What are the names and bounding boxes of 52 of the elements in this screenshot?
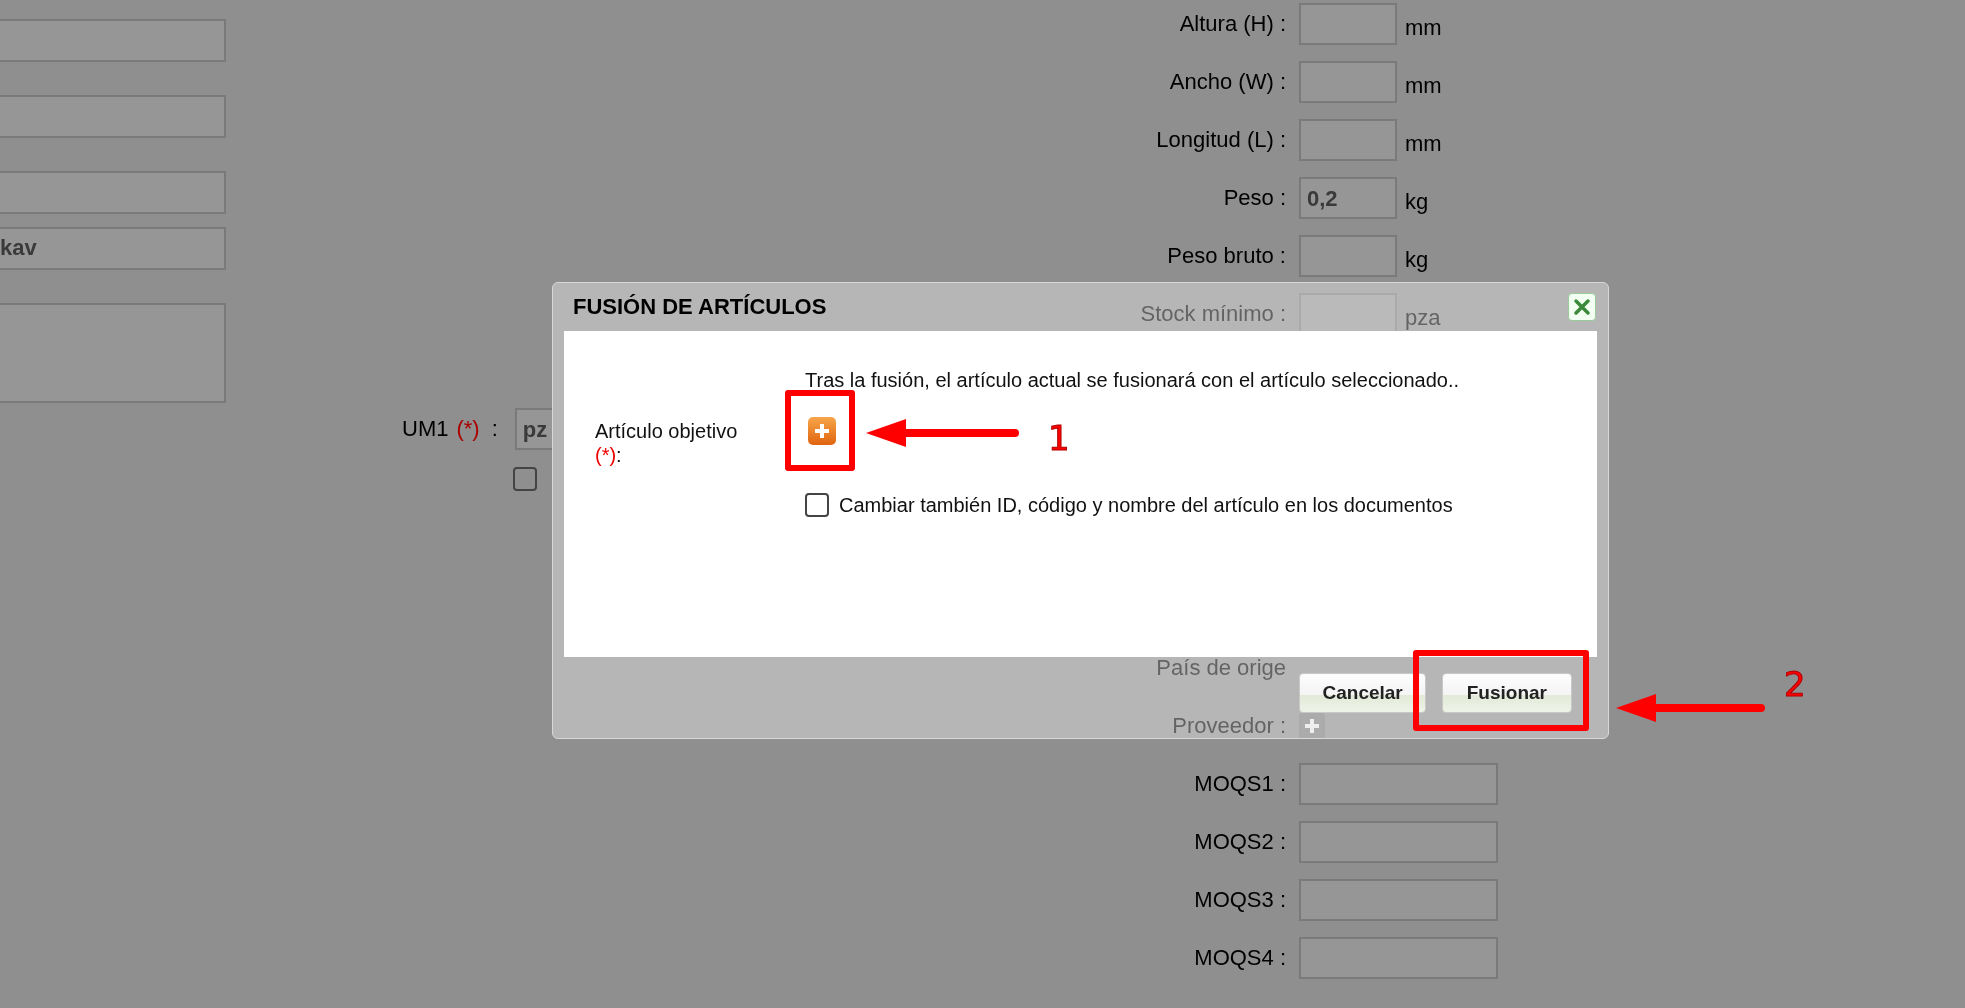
checkbox[interactable] — [805, 493, 829, 517]
field-label: Peso : — [1222, 185, 1286, 211]
field-label: País de orige — [1155, 655, 1286, 681]
checkbox-label: Cambiar también ID, código y nombre del artículo en los documentos — [839, 493, 1453, 517]
unit-label: mm — [1405, 131, 1442, 157]
field-label: Artículo objetivo (*): — [595, 419, 739, 468]
dialog-title: FUSIÓN DE ARTÍCULOS — [573, 294, 827, 320]
cancel-button[interactable]: Cancelar — [1299, 673, 1426, 713]
input-field[interactable] — [0, 19, 226, 62]
text-area[interactable] — [0, 303, 226, 403]
field-label: UM1 — [402, 416, 449, 442]
field-label: MOQS4 : — [1193, 945, 1286, 971]
field-label: MOQS1 : — [1193, 771, 1286, 797]
field-label: Longitud (L) : — [1155, 127, 1286, 153]
info-message: Tras la fusión, el artículo actual se fusionará con el artículo seleccionado.. — [805, 369, 1460, 392]
unit-label: kg — [1405, 189, 1429, 215]
field-label: Peso bruto : — [1166, 243, 1286, 269]
field-label: Proveedor : — [1171, 713, 1286, 739]
plus-icon — [1304, 718, 1320, 734]
colon: : — [491, 416, 498, 442]
input-field[interactable] — [1299, 119, 1397, 161]
input-field[interactable] — [1299, 879, 1498, 921]
input-field[interactable] — [1299, 3, 1397, 45]
input-field[interactable] — [0, 171, 226, 214]
input-field[interactable]: 0,2 — [1299, 177, 1397, 219]
field-label: Stock mínimo : — [1139, 301, 1286, 327]
unit-label: mm — [1405, 73, 1442, 99]
input-field[interactable] — [1299, 821, 1498, 863]
close-icon — [1573, 298, 1591, 316]
field-label: Ancho (W) : — [1168, 69, 1286, 95]
field-label: Altura (H) : — [1178, 11, 1286, 37]
input-field[interactable] — [1299, 235, 1397, 277]
field-label: MOQS3 : — [1193, 887, 1286, 913]
input-field[interactable]: kav — [0, 227, 226, 270]
input-field[interactable] — [1299, 763, 1498, 805]
step-number: 1 — [1048, 418, 1070, 458]
input-field[interactable] — [0, 95, 226, 138]
merge-button[interactable]: Fusionar — [1441, 673, 1572, 713]
checkbox[interactable] — [513, 467, 537, 491]
add-button[interactable] — [1299, 713, 1325, 739]
unit-label: mm — [1405, 15, 1442, 41]
unit-label: kg — [1405, 247, 1429, 273]
close-button[interactable] — [1568, 293, 1596, 321]
add-button[interactable] — [808, 417, 836, 445]
input-field[interactable]: pz — [514, 408, 552, 450]
required-mark: (*) — [456, 416, 480, 442]
input-field[interactable] — [1299, 937, 1498, 979]
step-number: 2 — [1784, 664, 1806, 704]
input-field[interactable] — [1299, 61, 1397, 103]
plus-icon — [814, 423, 830, 439]
unit-label: pza — [1405, 305, 1441, 331]
field-label: MOQS2 : — [1193, 829, 1286, 855]
